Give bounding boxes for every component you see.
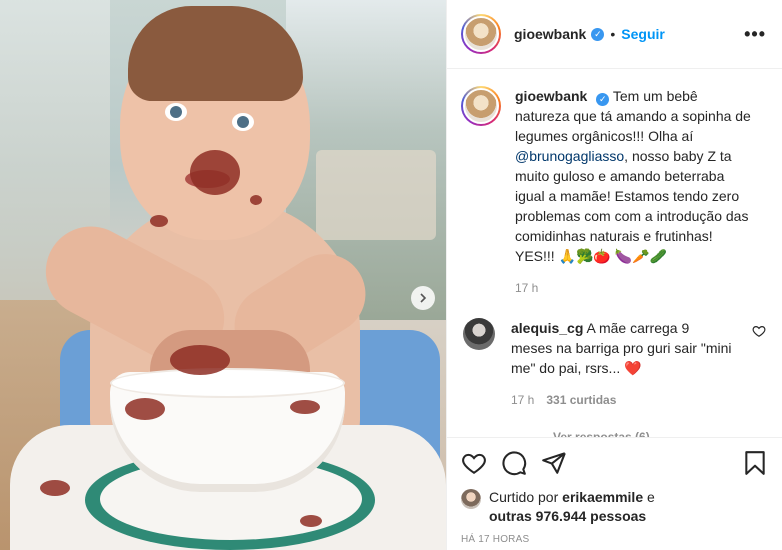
caption-time[interactable]: 17 h	[515, 278, 755, 298]
food-stain	[190, 150, 240, 195]
background-shelf	[316, 150, 436, 240]
caption-body: gioewbank ✓ Tem um bebê natureza que tá …	[515, 86, 755, 298]
likes-text: Curtido por erikaemmile e outras 976.944…	[489, 488, 655, 526]
more-icon[interactable]: •••	[744, 24, 766, 45]
liker-avatar[interactable]	[461, 489, 481, 509]
likes-middle: e	[643, 489, 655, 505]
baby-hair	[128, 6, 303, 101]
likes-others[interactable]: outras 976.944 pessoas	[489, 508, 646, 524]
comment-heart-icon[interactable]	[752, 324, 766, 338]
action-bar	[461, 448, 768, 478]
caption-text-2: , nosso baby Z ta muito guloso e amando …	[515, 148, 749, 264]
next-photo-button[interactable]	[411, 286, 435, 310]
comment-likes[interactable]: 331 curtidas	[546, 390, 616, 410]
food-stain	[170, 345, 230, 375]
caption-mention[interactable]: @brunogagliasso	[515, 148, 624, 164]
food-bowl-rim	[110, 368, 345, 398]
like-button[interactable]	[461, 450, 487, 476]
comment-body: alequis_cg A mãe carrega 9 meses na barr…	[511, 318, 733, 410]
separator-dot: •	[610, 26, 616, 42]
post-photo[interactable]	[0, 0, 446, 550]
comment-username[interactable]: alequis_cg	[511, 320, 583, 336]
food-stain	[300, 515, 322, 527]
author-username[interactable]: gioewbank	[514, 26, 586, 42]
share-icon	[542, 452, 566, 474]
liker-username[interactable]: erikaemmile	[562, 489, 643, 505]
follow-button[interactable]: Seguir	[621, 26, 665, 42]
comment-time[interactable]: 17 h	[511, 390, 534, 410]
post-actions: Curtido por erikaemmile e outras 976.944…	[447, 437, 782, 545]
chevron-right-icon	[420, 293, 427, 303]
post-header: gioewbank ✓ • Seguir •••	[447, 0, 782, 69]
caption: gioewbank ✓ Tem um bebê natureza que tá …	[461, 86, 766, 298]
caption-username[interactable]: gioewbank	[515, 88, 587, 104]
comment-button[interactable]	[501, 450, 527, 476]
food-stain	[250, 195, 262, 205]
caption-avatar[interactable]	[461, 86, 501, 126]
comment-icon	[502, 451, 527, 476]
baby-eye-left	[165, 103, 187, 121]
save-button[interactable]	[742, 450, 768, 476]
baby-eye-right	[232, 113, 254, 131]
bookmark-icon	[745, 451, 765, 475]
food-stain	[290, 400, 320, 414]
author-avatar[interactable]	[461, 14, 501, 54]
comments-section[interactable]: gioewbank ✓ Tem um bebê natureza que tá …	[447, 70, 782, 438]
post-timestamp[interactable]: HÁ 17 HORAS	[461, 534, 768, 545]
likes-prefix: Curtido por	[489, 489, 563, 505]
verified-icon: ✓	[596, 92, 610, 106]
commenter-avatar[interactable]	[463, 318, 495, 350]
comment-meta: 17 h 331 curtidas	[511, 390, 733, 410]
comment: alequis_cg A mãe carrega 9 meses na barr…	[461, 318, 766, 410]
post-panel: gioewbank ✓ • Seguir ••• gioewbank ✓ Tem…	[446, 0, 782, 550]
food-stain	[125, 398, 165, 420]
food-stain	[150, 215, 168, 227]
share-button[interactable]	[541, 450, 567, 476]
likes-summary: Curtido por erikaemmile e outras 976.944…	[461, 488, 768, 526]
verified-icon: ✓	[591, 27, 605, 41]
heart-icon	[462, 453, 486, 474]
food-stain	[40, 480, 70, 496]
